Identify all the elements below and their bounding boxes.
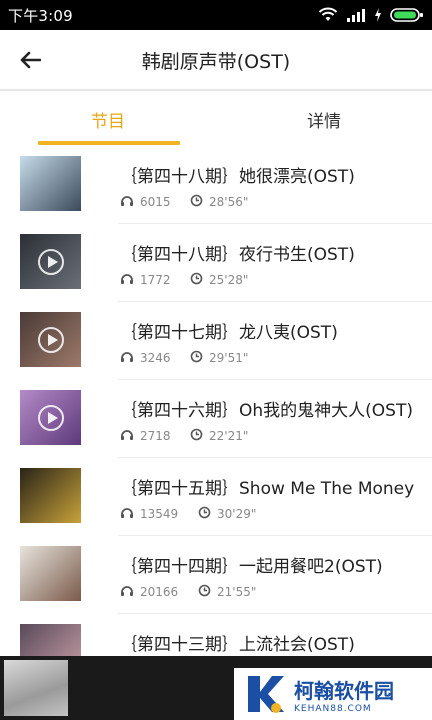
clock-icon xyxy=(198,506,217,522)
play-count: 2718 xyxy=(140,429,171,443)
headphones-icon xyxy=(120,351,140,366)
clock-icon xyxy=(190,194,209,210)
status-icons xyxy=(318,7,424,23)
episode-meta: 1772 25'28" xyxy=(120,272,248,288)
episode-title: ｛第四十五期｝Show Me The Money xyxy=(120,479,415,499)
episode-item[interactable]: ｛第四十三期｝上流社会(OST) xyxy=(0,614,432,656)
episode-meta: 20166 21'55" xyxy=(120,584,256,600)
duration: 21'55" xyxy=(217,585,257,599)
duration: 22'21" xyxy=(209,429,249,443)
episode-meta: 6015 28'56" xyxy=(120,194,248,210)
episode-title: ｛第四十八期｝夜行书生(OST) xyxy=(120,245,355,265)
duration: 29'51" xyxy=(209,351,249,365)
clock-icon xyxy=(190,272,209,288)
headphones-icon xyxy=(120,195,140,210)
back-button[interactable] xyxy=(0,30,60,90)
episode-list: ｛第四十八期｝她很漂亮(OST) 6015 28'56" ｛第四十八期｝夜行书生(OS… xyxy=(0,146,432,656)
headphones-icon xyxy=(120,273,140,288)
page-title: 韩剧原声带(OST) xyxy=(141,50,291,73)
tab-programs[interactable]: 节目 xyxy=(0,91,216,147)
episode-thumbnail[interactable] xyxy=(20,624,81,656)
back-arrow-icon xyxy=(20,51,41,69)
episode-item[interactable]: ｛第四十七期｝龙八夷(OST) 3246 29'51" xyxy=(0,302,432,380)
clock-icon xyxy=(198,584,217,600)
episode-meta: 2718 22'21" xyxy=(120,428,248,444)
duration: 30'29" xyxy=(217,507,257,521)
play-icon xyxy=(37,326,64,353)
episode-item[interactable]: ｛第四十六期｝Oh我的鬼神大人(OST) 2718 22'21" xyxy=(0,380,432,458)
episode-thumbnail[interactable] xyxy=(20,156,81,211)
episode-thumbnail[interactable] xyxy=(20,546,81,601)
play-count: 13549 xyxy=(140,507,179,521)
tab-bar: 节目 详情 xyxy=(0,91,432,147)
wifi-icon xyxy=(318,7,338,21)
clock-icon xyxy=(190,350,209,366)
headphones-icon xyxy=(120,429,140,444)
signal-icon xyxy=(347,9,365,22)
status-bar: 下午3:09 xyxy=(0,0,432,30)
watermark: 柯翰软件园 KEHAN88.COM xyxy=(234,668,432,720)
status-time: 下午3:09 xyxy=(8,6,73,25)
duration: 28'56" xyxy=(209,195,249,209)
battery-icon xyxy=(390,8,423,22)
play-count: 20166 xyxy=(140,585,179,599)
charging-icon xyxy=(375,8,381,22)
duration: 25'28" xyxy=(209,273,249,287)
active-tab-indicator xyxy=(38,141,180,145)
play-icon xyxy=(37,248,64,275)
play-count: 6015 xyxy=(140,195,171,209)
headphones-icon xyxy=(120,585,140,600)
episode-title: ｛第四十三期｝上流社会(OST) xyxy=(120,635,355,655)
episode-item[interactable]: ｛第四十四期｝一起用餐吧2(OST) 20166 21'55" xyxy=(0,536,432,614)
episode-thumbnail[interactable] xyxy=(20,234,81,289)
play-count: 3246 xyxy=(140,351,171,365)
episode-meta: 13549 30'29" xyxy=(120,506,256,522)
episode-title: ｛第四十四期｝一起用餐吧2(OST) xyxy=(120,557,383,577)
episode-title: ｛第四十八期｝她很漂亮(OST) xyxy=(120,167,355,187)
play-icon xyxy=(37,404,64,431)
episode-meta: 3246 29'51" xyxy=(120,350,248,366)
episode-thumbnail[interactable] xyxy=(20,312,81,367)
episode-item[interactable]: ｛第四十五期｝Show Me The Money 13549 30'29" xyxy=(0,458,432,536)
episode-title: ｛第四十七期｝龙八夷(OST) xyxy=(120,323,338,343)
episode-item[interactable]: ｛第四十八期｝夜行书生(OST) 1772 25'28" xyxy=(0,224,432,302)
watermark-logo-icon xyxy=(242,672,286,716)
watermark-subtext: KEHAN88.COM xyxy=(294,703,372,714)
episode-thumbnail[interactable] xyxy=(20,468,81,523)
watermark-text: 柯翰软件园 xyxy=(294,678,394,703)
play-count: 1772 xyxy=(140,273,171,287)
clock-icon xyxy=(190,428,209,444)
episode-title: ｛第四十六期｝Oh我的鬼神大人(OST) xyxy=(120,401,413,421)
now-playing-thumbnail[interactable] xyxy=(4,660,68,716)
header: 韩剧原声带(OST) xyxy=(0,30,432,90)
episode-thumbnail[interactable] xyxy=(20,390,81,445)
headphones-icon xyxy=(120,507,140,522)
tab-details[interactable]: 详情 xyxy=(216,91,432,147)
episode-item[interactable]: ｛第四十八期｝她很漂亮(OST) 6015 28'56" xyxy=(0,146,432,224)
